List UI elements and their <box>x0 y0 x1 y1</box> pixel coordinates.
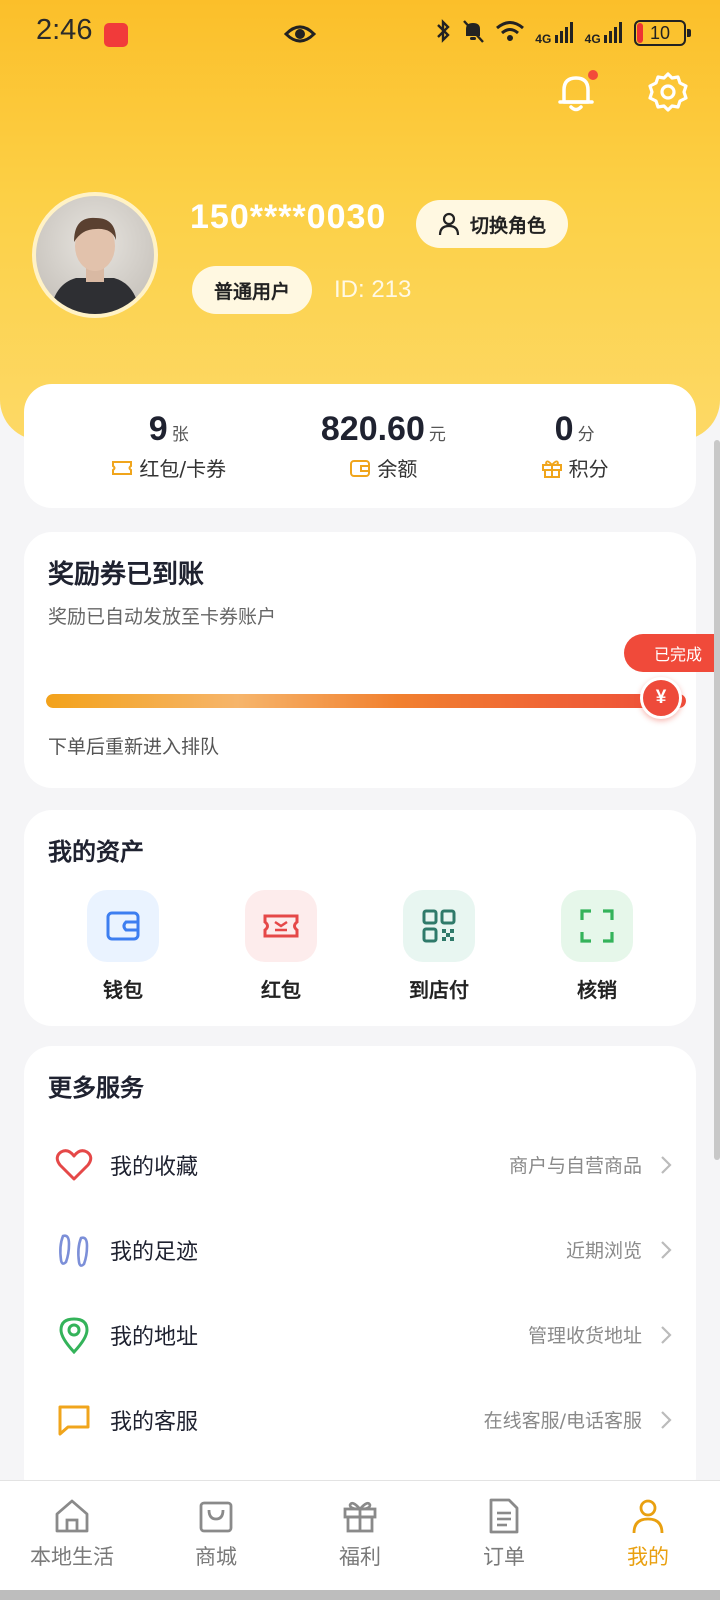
more-services-card: 更多服务 我的收藏 商户与自营商品 我的足迹 近期浏览 我的地址 管理收货地址 <box>24 1046 696 1506</box>
switch-role-label: 切换角色 <box>470 214 547 237</box>
customer-service-item[interactable]: 我的客服 在线客服/电话客服 <box>24 1377 696 1462</box>
tab-orders[interactable]: 订单 <box>432 1481 576 1590</box>
qr-code-icon <box>403 890 475 962</box>
gear-icon <box>648 72 688 112</box>
tab-local-life[interactable]: 本地生活 <box>0 1481 144 1590</box>
coupon-stat[interactable]: 9张 红包/卡券 <box>111 410 226 482</box>
yen-icon: ¥ <box>640 677 682 719</box>
reward-note: 下单后重新进入排队 <box>48 736 220 758</box>
document-icon <box>489 1498 519 1534</box>
reward-subtitle: 奖励已自动发放至卡券账户 <box>48 606 277 628</box>
gift-icon <box>343 1501 377 1533</box>
bag-icon <box>199 1501 233 1533</box>
home-indicator <box>0 1590 720 1600</box>
role-badge: 普通用户 <box>192 266 313 314</box>
wallet-icon <box>87 890 159 962</box>
bottom-tab-bar: 本地生活 商城 福利 订单 我的 <box>0 1480 720 1590</box>
status-time: 2:46 <box>36 14 93 46</box>
gift-icon <box>541 460 562 478</box>
reward-title: 奖励券已到账 <box>48 560 205 590</box>
eye-icon <box>283 22 317 50</box>
signal-icon: 4G <box>535 21 574 45</box>
assets-title: 我的资产 <box>48 838 144 866</box>
heart-icon <box>54 1145 94 1185</box>
reward-progress-bar <box>46 694 686 708</box>
notification-bell-button[interactable] <box>554 70 598 114</box>
progress-fill <box>46 694 686 708</box>
avatar[interactable] <box>32 192 158 318</box>
address-item[interactable]: 我的地址 管理收货地址 <box>24 1292 696 1377</box>
location-icon <box>54 1315 94 1355</box>
tab-mall[interactable]: 商城 <box>144 1481 288 1590</box>
chevron-right-icon <box>661 1240 672 1259</box>
settings-button[interactable] <box>646 70 690 114</box>
verify-button[interactable]: 核销 <box>537 890 657 1003</box>
pay-in-store-button[interactable]: 到店付 <box>379 890 499 1003</box>
bluetooth-icon <box>435 18 451 48</box>
switch-role-button[interactable]: 切换角色 <box>416 200 569 248</box>
signal-icon: 4G <box>585 21 624 45</box>
user-id: ID: 213 <box>334 276 412 303</box>
balance-stat[interactable]: 820.60 元 余额 <box>321 410 446 482</box>
home-icon <box>55 1499 89 1533</box>
user-phone: 150****0030 <box>190 198 387 236</box>
account-stats-card: 9张 红包/卡券 820.60 元 余额 0分 积分 <box>24 384 696 508</box>
footprint-icon <box>54 1230 94 1270</box>
points-stat[interactable]: 0分 积分 <box>541 410 609 482</box>
status-bar: 2:46 4G 4G 10 <box>0 0 720 70</box>
my-assets-card: 我的资产 钱包 红包 到店付 核销 <box>24 810 696 1026</box>
wifi-icon <box>495 19 525 47</box>
footprints-item[interactable]: 我的足迹 近期浏览 <box>24 1207 696 1292</box>
mute-bell-icon <box>461 18 485 48</box>
notification-dot <box>588 70 598 80</box>
user-icon <box>632 1499 664 1534</box>
scan-icon <box>561 890 633 962</box>
red-packet-icon <box>245 890 317 962</box>
services-title: 更多服务 <box>48 1074 144 1102</box>
scrollbar[interactable] <box>714 440 720 1160</box>
chevron-right-icon <box>661 1410 672 1429</box>
favorites-item[interactable]: 我的收藏 商户与自营商品 <box>24 1122 696 1207</box>
tab-welfare[interactable]: 福利 <box>288 1481 432 1590</box>
completed-tag: 已完成 <box>623 634 720 672</box>
battery-icon: 10 <box>634 20 691 46</box>
wallet-button[interactable]: 钱包 <box>63 890 183 1003</box>
wallet-icon <box>350 459 371 477</box>
chevron-right-icon <box>661 1325 672 1344</box>
user-icon <box>438 212 460 236</box>
chat-icon <box>54 1400 94 1440</box>
tab-mine[interactable]: 我的 <box>576 1481 720 1590</box>
red-packet-button[interactable]: 红包 <box>221 890 341 1003</box>
reward-coupon-card[interactable]: 奖励券已到账 奖励已自动发放至卡券账户 已完成 ¥ 下单后重新进入排队 <box>24 532 720 788</box>
app-notification-icon <box>104 23 128 47</box>
ticket-icon <box>112 460 133 475</box>
chevron-right-icon <box>661 1155 672 1174</box>
